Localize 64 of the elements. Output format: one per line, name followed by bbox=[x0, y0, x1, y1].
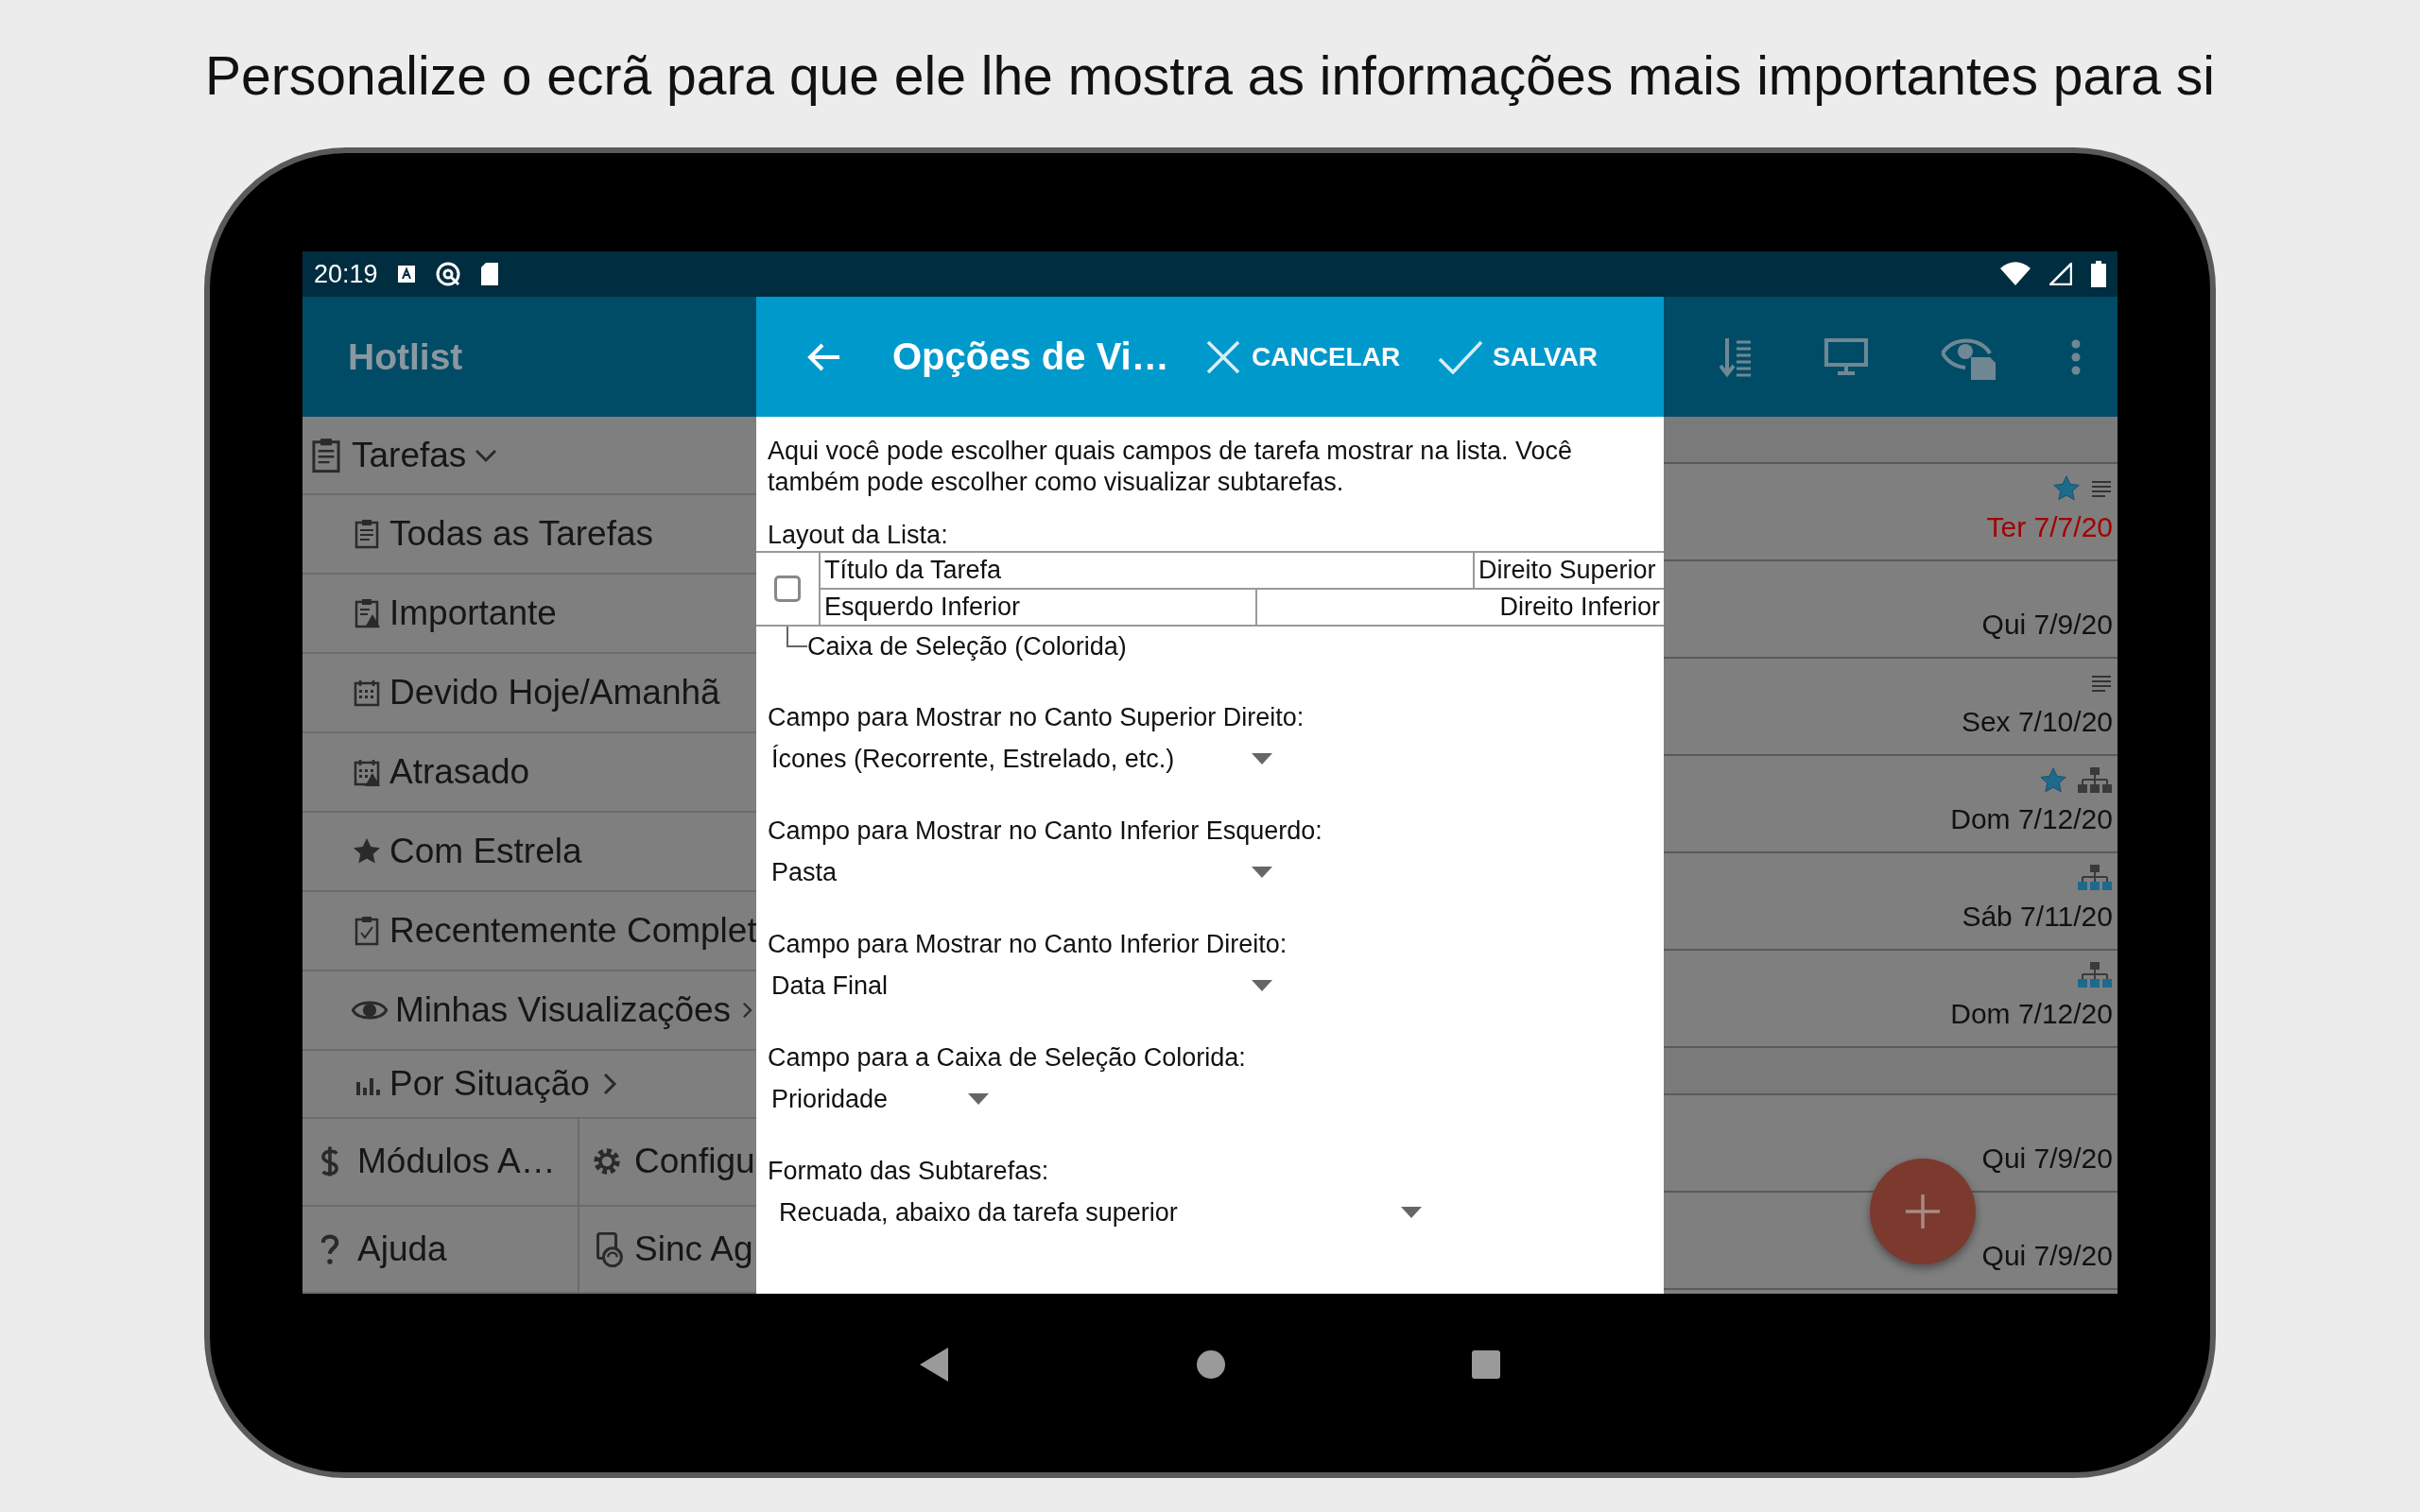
sort-icon[interactable] bbox=[1719, 335, 1752, 378]
calendar-warning-icon bbox=[352, 757, 382, 787]
recents-button[interactable] bbox=[1472, 1349, 1500, 1379]
monitor-icon[interactable] bbox=[1824, 337, 1868, 376]
drawer-section-header[interactable]: Tarefas bbox=[302, 417, 756, 495]
section-label: Layout da Lista: bbox=[768, 520, 949, 551]
cancel-button[interactable]: CANCELAR bbox=[1204, 337, 1401, 376]
due-date: Qui 7/9/20 bbox=[1981, 609, 2113, 641]
checkbox[interactable] bbox=[774, 576, 801, 602]
dropdown[interactable]: Ícones (Recorrente, Estrelado, etc.) bbox=[768, 740, 1272, 778]
task-row[interactable]: Sáb 7/11/20 bbox=[1664, 853, 2118, 951]
dialog-title: Opções de Vi… bbox=[892, 335, 1167, 378]
field-label: Formato das Subtarefas: bbox=[768, 1156, 1050, 1187]
field-label: Campo para a Caixa de Seleção Colorida: bbox=[768, 1042, 1247, 1074]
due-date: Dom 7/12/20 bbox=[1950, 803, 2113, 835]
due-date: Sex 7/10/20 bbox=[1961, 706, 2113, 738]
dropdown[interactable]: Pasta bbox=[768, 853, 1272, 891]
calendar-icon bbox=[352, 678, 382, 708]
due-date: Ter 7/7/20 bbox=[1986, 511, 2113, 543]
dropdown-arrow-icon bbox=[968, 1093, 989, 1105]
signal-icon bbox=[2049, 263, 2072, 285]
battery-icon bbox=[2091, 261, 2106, 287]
status-time: 20:19 bbox=[314, 259, 378, 289]
drawer-item[interactable]: Ajuda bbox=[302, 1206, 579, 1294]
dropdown-arrow-icon bbox=[1252, 980, 1272, 991]
app-title: Hotlist bbox=[348, 335, 463, 378]
check-icon bbox=[1438, 339, 1484, 374]
layout-field: Direito Inferior bbox=[1257, 590, 1664, 625]
save-button[interactable]: SALVAR bbox=[1438, 339, 1599, 374]
notification-icon bbox=[396, 265, 416, 284]
task-row[interactable]: Sex 7/10/20 bbox=[1664, 659, 2118, 756]
connector-line bbox=[786, 627, 807, 647]
dropdown-arrow-icon bbox=[1252, 753, 1272, 765]
task-row[interactable]: Qui 7/9/20 bbox=[1664, 561, 2118, 659]
field-label: Campo para Mostrar no Canto Inferior Esquerdo: bbox=[768, 816, 1323, 847]
add-button[interactable] bbox=[1870, 1159, 1976, 1264]
layout-field: Esquerdo Inferior bbox=[821, 590, 1257, 625]
wifi-icon bbox=[2000, 262, 2031, 286]
due-date: Qui 7/9/20 bbox=[1981, 1143, 2113, 1175]
description-text: Aqui você pode escolher quais campos de tarefa mostrar na lista. Você também pode escolher como visualizar subtarefas. bbox=[768, 436, 1573, 498]
field-label: Campo para Mostrar no Canto Superior Direito: bbox=[768, 702, 1305, 733]
due-date: Dom 7/12/20 bbox=[1950, 998, 2113, 1030]
circle-icon bbox=[1196, 1349, 1226, 1380]
back-triangle-icon bbox=[920, 1347, 950, 1382]
home-button[interactable] bbox=[1196, 1349, 1226, 1380]
square-icon bbox=[1472, 1349, 1500, 1379]
due-date: Qui 7/9/20 bbox=[1981, 1240, 2113, 1272]
dropdown-arrow-icon bbox=[1401, 1207, 1422, 1218]
field-label: Campo para Mostrar no Canto Inferior Direito: bbox=[768, 929, 1288, 960]
drawer-item[interactable]: Módulos A… bbox=[302, 1119, 579, 1207]
headline: Personalize o ecrã para que ele lhe mostra as informações mais importantes para si bbox=[205, 44, 2215, 108]
nav-back-button[interactable] bbox=[920, 1347, 950, 1382]
task-row[interactable]: Dom 7/12/20 bbox=[1664, 756, 2118, 853]
due-date: Sáb 7/11/20 bbox=[1962, 901, 2113, 933]
layout-field: Título da Tarefa bbox=[821, 553, 1473, 588]
layout-field: Caixa de Seleção (Colorida) bbox=[807, 632, 1127, 662]
sync-status-icon bbox=[434, 261, 461, 287]
more-icon[interactable] bbox=[2069, 337, 2082, 376]
sd-card-icon bbox=[479, 262, 499, 286]
dropdown[interactable]: Prioridade bbox=[768, 1080, 989, 1118]
plus-icon bbox=[1904, 1193, 1942, 1230]
dropdown[interactable]: Data Final bbox=[768, 967, 1272, 1005]
dropdown-arrow-icon bbox=[1252, 867, 1272, 878]
dropdown[interactable]: Recuada, abaixo da tarefa superior bbox=[768, 1194, 1422, 1231]
